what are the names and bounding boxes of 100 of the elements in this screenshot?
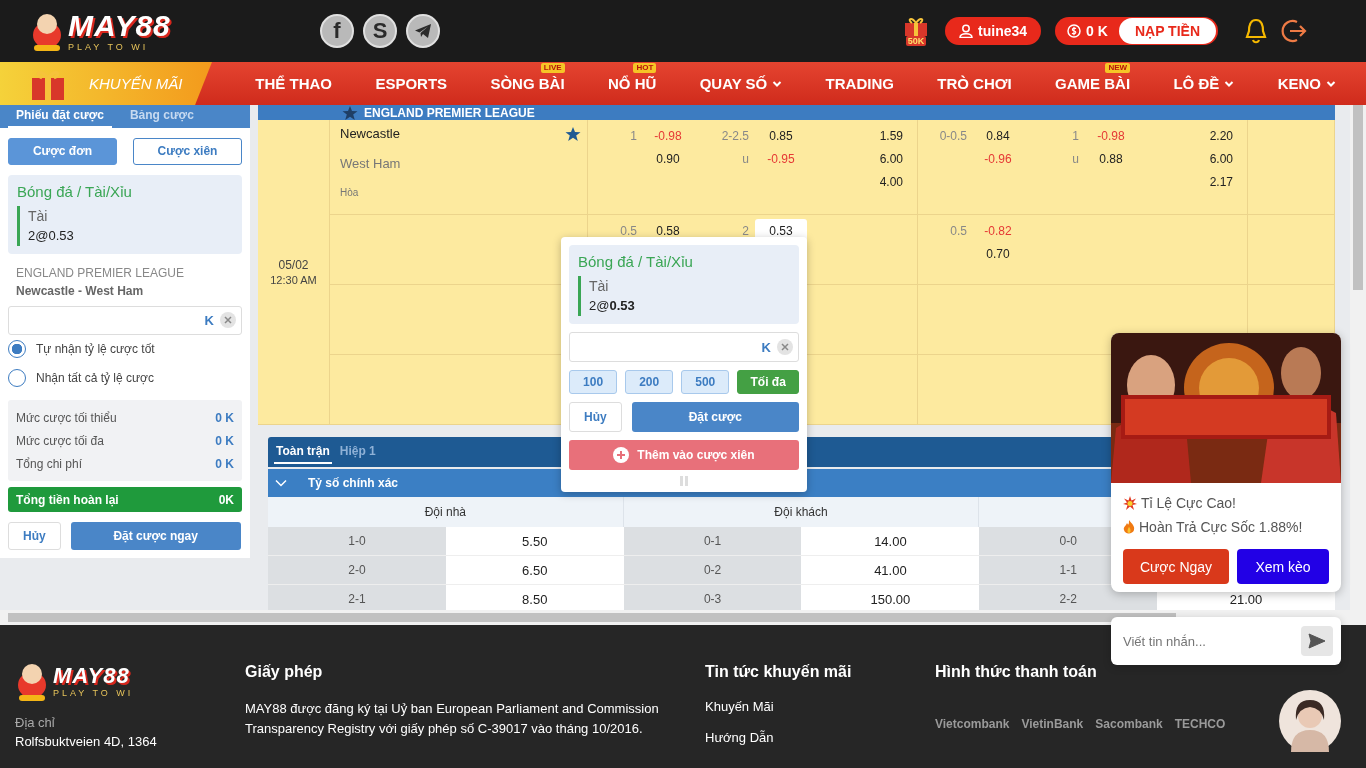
place-bet-button[interactable]: Đặt cược ngay [70,522,241,550]
payout-value: 0K [218,492,234,507]
match-time: 12:30 AM [270,274,317,286]
handicap-label: u [1071,150,1080,168]
scrollbar[interactable] [1350,105,1366,610]
promo-text: Tỉ Lệ Cực Cao! [1141,495,1236,511]
score-cell: 1-0 [268,527,446,556]
clear-icon[interactable] [220,312,236,329]
tab[interactable]: Hiệp 1 [337,440,378,464]
handicap-label: u [741,150,750,168]
score-cell: 2-2 [979,585,1158,610]
clear-icon[interactable] [777,339,793,355]
nav-badge: LIVE [540,63,565,73]
nav-link[interactable]: TRÒ CHƠI [937,62,1012,105]
pick-label: Tài [589,277,610,296]
facebook-link[interactable]: f [320,14,354,48]
nav-link[interactable]: ESPORTS [375,62,448,105]
radio-button[interactable] [8,368,26,387]
score-cell: 2-1 [268,585,446,610]
amount-button[interactable]: 100 [569,370,618,394]
tab[interactable]: Phiếu đặt cược [8,105,112,128]
promo-button[interactable]: Xem kèo [1237,549,1329,584]
skype-link[interactable]: S [363,14,397,48]
unit-label: K [761,339,771,355]
handicap-label: 1 [629,127,638,145]
amount-button[interactable]: 500 [681,370,730,394]
odds-value[interactable]: 4.00 [807,170,917,193]
footer-link[interactable]: Khuyến Mãi [705,699,935,714]
nav-link[interactable]: LÔ ĐỀ [1173,62,1235,105]
odds-value[interactable]: 1.59 [807,124,917,147]
mascot-icon [30,11,64,51]
odds-value[interactable]: 0.88 [1085,147,1137,170]
stake-field[interactable]: K [8,305,242,335]
gift-icon [903,16,930,36]
telegram-link[interactable] [406,14,440,48]
bet-type-button[interactable]: Cược đơn [8,137,117,165]
footer-link[interactable]: Hướng Dẫn [705,730,935,745]
summary-value: 0 K [215,433,234,448]
plus-icon [613,447,630,463]
odds-value[interactable]: -0.96 [973,147,1023,170]
handicap-label: 2-2.5 [720,127,750,145]
amount-button[interactable]: 200 [625,370,674,394]
cancel-button[interactable]: Hủy [569,402,622,432]
odds-value[interactable]: 2.17 [1137,170,1247,193]
odds-value[interactable]: 0.84 [973,124,1023,147]
tab[interactable]: Toàn trận [274,440,332,464]
star-icon[interactable] [565,126,581,142]
stake-field[interactable]: K [569,332,799,362]
odds-value[interactable]: 2.20 [1137,124,1247,147]
nav-link[interactable]: KENO [1277,62,1336,105]
cancel-button[interactable]: Hủy [8,522,61,550]
odds-value[interactable]: -0.82 [973,219,1023,242]
deposit-button[interactable]: NẠP TIỀN [1118,18,1216,44]
nav-link[interactable]: THỂ THAO [255,62,333,105]
odds-value[interactable]: 0.85 [755,124,807,147]
summary-label: Mức cược tối đa [16,433,104,448]
avatar[interactable] [1279,690,1341,752]
radio-button[interactable] [8,340,26,359]
nav-link[interactable]: NEW GAME BÀI [1055,62,1131,105]
star-icon[interactable] [342,105,358,121]
handicap-label: 0.5 [619,222,638,240]
bell-icon[interactable] [1244,18,1268,44]
odds-value[interactable]: -0.98 [1085,124,1137,147]
footer-heading: Tin tức khuyến mãi [705,663,853,681]
promo-button[interactable]: Cược Ngay [1123,549,1229,584]
market-title: Bóng đá / Tài/Xỉu [17,182,133,200]
odds-value[interactable]: 0.90 [643,147,693,170]
handicap-label: 0-0.5 [938,127,968,145]
odds-value[interactable]: 6.00 [1137,147,1247,170]
odds-value[interactable]: 6.00 [807,147,917,170]
nav-link[interactable]: TRADING [825,62,894,105]
odds-value[interactable]: -0.98 [643,124,693,147]
nav-link[interactable]: HOT NỔ HŨ [608,62,657,105]
nav-link[interactable]: LIVE SÒNG BÀI [490,62,565,105]
drag-handle-icon[interactable] [679,476,689,486]
summary-label: Mức cược tối thiểu [16,410,117,425]
scrollbar[interactable] [0,610,1366,625]
pick-label: Tài [28,206,49,226]
mascot-icon [15,661,49,701]
footer-heading: Giấy phép [245,663,324,681]
chat-field[interactable]: Viết tin nhắn... [1111,617,1341,665]
tab[interactable]: Bảng cược [121,105,202,128]
option-label: Tự nhận tỷ lệ cược tốt [36,342,155,357]
nav-badge: HOT [633,63,657,73]
account-button[interactable]: tuine34 [945,17,1042,45]
explosion-icon [1123,496,1137,510]
nav-badge: NEW [1105,63,1131,73]
odds-value[interactable]: 0.70 [973,242,1023,265]
logout-icon[interactable] [1280,18,1308,44]
footer-heading: Hình thức thanh toán [935,663,1098,681]
odds-value[interactable]: -0.95 [755,147,807,170]
place-bet-button[interactable]: Đặt cược [631,402,799,432]
max-button[interactable]: Tối đa [737,370,799,394]
add-to-parlay-button[interactable]: Thêm vào cược xiên [569,440,799,470]
nav-link[interactable]: QUAY SỐ [699,62,783,105]
summary-label: Tổng chi phí [16,456,83,471]
draw-label: Hòa [340,186,360,200]
bet-type-button[interactable]: Cược xiên [133,137,242,165]
send-button[interactable] [1301,626,1333,656]
logo-wordmark: MAY88 [68,10,171,41]
